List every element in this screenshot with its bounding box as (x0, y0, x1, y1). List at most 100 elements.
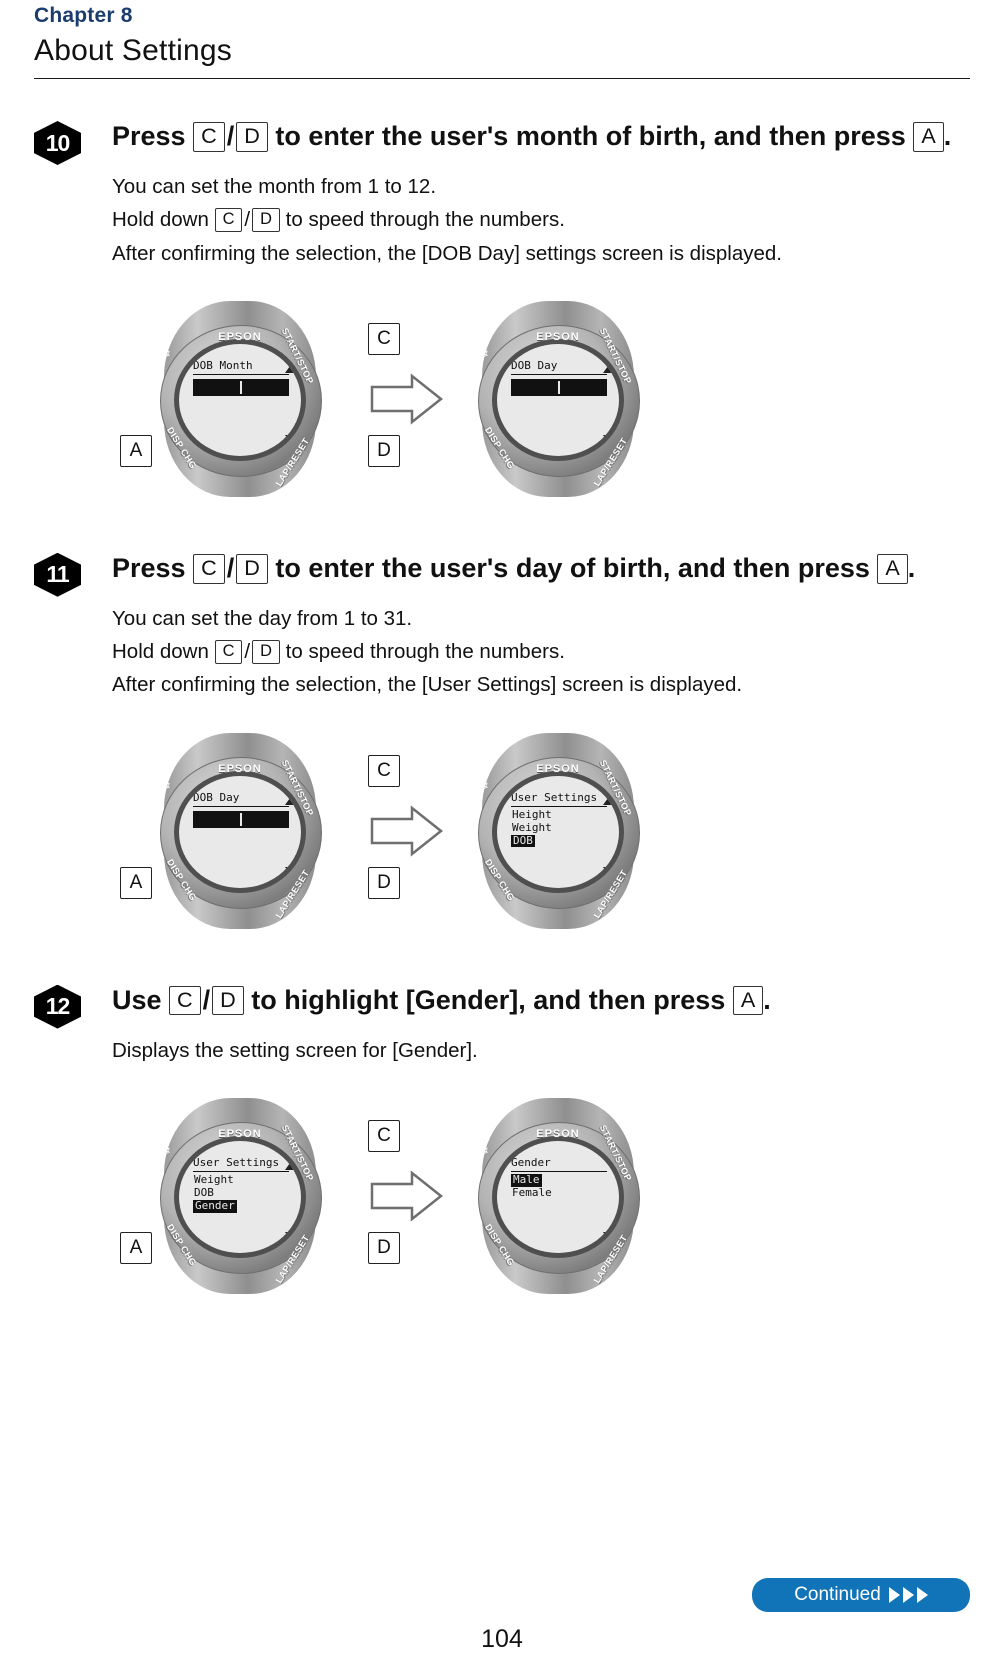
key-a-icon: A (913, 122, 944, 152)
transition-arrow-icon (370, 1170, 444, 1222)
watch-illustration: EPSON ❄ START/STOP LAP/RESET DISP CHG DO… (156, 732, 324, 929)
step-title: Use C / D to highlight [Gender], and then … (112, 981, 970, 1019)
step-number-badge: 11 (34, 552, 81, 597)
lcd-list: Male Female (511, 1173, 607, 1200)
step-title-mid: to highlight [Gender], and then press (251, 984, 726, 1015)
step-11: 11 Press C / D to enter the user's day of … (34, 549, 970, 943)
step-title-end: . (763, 984, 771, 1015)
face-dot-icon (608, 349, 613, 355)
light-icon: ❄ (160, 1143, 171, 1159)
page-number: 104 (481, 1625, 523, 1653)
slash-separator: / (226, 552, 235, 583)
page-header: Chapter 8 About Settings (34, 0, 970, 79)
face-dot-icon (290, 781, 295, 787)
step-description: You can set the month from 1 to 12. Hold… (112, 171, 970, 268)
lcd-screen: User Settings Height Weight DOB (511, 791, 607, 872)
lcd-screen: DOB Month (193, 359, 289, 440)
step-title-end: . (943, 121, 952, 151)
desc-line-2: Hold down C / D to speed through the numbe… (112, 636, 970, 667)
watch-figure: EPSON ❄ START/STOP LAP/RESET DISP CHG DO… (112, 295, 970, 511)
brand-label: EPSON (218, 330, 262, 343)
transition-arrow-icon (370, 373, 444, 425)
step-title: Press C / D to enter the user's day of bir… (112, 549, 970, 587)
desc-speed-through: to speed through the numbers. (285, 208, 565, 232)
lcd-screen: DOB Day (193, 791, 289, 872)
step-10: 10 Press C / D to enter the user's month o… (34, 117, 970, 511)
watch-after: EPSON ❄ START/STOP LAP/RESET DISP CHG DO… (460, 295, 656, 505)
lcd-title: DOB Day (511, 359, 607, 375)
lcd-caret-icon (240, 812, 242, 826)
watch-before: EPSON ❄ START/STOP LAP/RESET DISP CHG DO… (120, 295, 400, 505)
light-icon: ❄ (478, 345, 489, 361)
callout-key-d: D (368, 866, 400, 899)
lcd-list-item-selected: DOB (511, 833, 535, 848)
watch-face: DOB Day (179, 775, 301, 888)
watch-face: Gender Male Female (497, 1141, 619, 1254)
callout-key-c: C (368, 1120, 400, 1153)
desc-line-1: You can set the month from 1 to 12. (112, 175, 437, 199)
continued-label: Continued (794, 1584, 881, 1605)
slash-separator: / (202, 984, 211, 1015)
watch-after: EPSON ❄ START/STOP LAP/RESET DISP CHG Us… (460, 727, 656, 937)
watch-figure: EPSON ❄ START/STOP LAP/RESET DISP CHG DO… (112, 727, 970, 943)
watch-illustration: EPSON ❄ START/STOP LAP/RESET DISP CHG DO… (474, 300, 642, 497)
watch-before: EPSON ❄ START/STOP LAP/RESET DISP CHG Us… (120, 1092, 400, 1302)
key-c-icon: C (193, 122, 225, 152)
slash-separator: / (244, 640, 251, 664)
key-d-icon: D (236, 553, 268, 584)
continued-arrows-icon (888, 1587, 928, 1603)
key-c-icon: C (214, 640, 243, 665)
lcd-list: Height Weight DOB (511, 808, 607, 848)
lcd-title: User Settings (511, 791, 607, 807)
callout-key-a: A (120, 866, 152, 899)
step-title-pre: Press (112, 121, 186, 151)
face-dot-icon (290, 349, 295, 355)
watch-face: DOB Day (497, 343, 619, 456)
callout-key-a: A (120, 434, 152, 467)
face-dot-icon (608, 781, 613, 787)
key-c-icon: C (214, 208, 243, 233)
manual-page: Chapter 8 About Settings 10 Press C / D to… (0, 0, 1004, 1668)
step-title-pre: Use (112, 984, 162, 1015)
key-a-icon: A (877, 553, 908, 584)
step-description: You can set the day from 1 to 31. Hold d… (112, 603, 970, 700)
brand-label: EPSON (218, 1128, 262, 1141)
step-number-badge: 12 (34, 984, 81, 1029)
key-c-icon: C (169, 985, 201, 1016)
brand-label: EPSON (536, 330, 580, 343)
watch-face: User Settings Weight DOB Gender (179, 1141, 301, 1254)
desc-speed-through: to speed through the numbers. (285, 640, 565, 664)
lcd-title: Gender (511, 1156, 607, 1173)
lcd-caret-icon (240, 380, 242, 394)
key-d-icon: D (252, 208, 280, 233)
step-title-mid: to enter the user's month of birth, and … (275, 121, 906, 151)
watch-face: DOB Month (179, 343, 301, 456)
watch-illustration: EPSON ❄ START/STOP LAP/RESET DISP CHG Us… (156, 1098, 324, 1295)
lcd-screen: DOB Day (511, 359, 607, 440)
lcd-title: User Settings (193, 1156, 289, 1173)
desc-line-3: After confirming the selection, the [DOB… (112, 241, 782, 265)
light-icon: ❄ (478, 777, 489, 793)
lcd-title: DOB Day (193, 791, 289, 807)
key-c-icon: C (193, 553, 225, 584)
desc-hold-down: Hold down (112, 208, 209, 232)
step-title-pre: Press (112, 552, 186, 583)
brand-label: EPSON (536, 1128, 580, 1141)
callout-key-c: C (368, 754, 400, 787)
key-d-icon: D (212, 985, 244, 1016)
step-content: Press C / D to enter the user's day of bir… (112, 549, 970, 701)
continued-badge[interactable]: Continued (752, 1578, 970, 1612)
watch-before: EPSON ❄ START/STOP LAP/RESET DISP CHG DO… (120, 727, 400, 937)
callout-key-c: C (368, 322, 400, 355)
header-divider (34, 78, 970, 79)
lcd-title: DOB Month (193, 359, 289, 375)
key-d-icon: D (236, 122, 268, 152)
page-footer: 104 (0, 1625, 1004, 1654)
desc-line-1: You can set the day from 1 to 31. (112, 607, 413, 631)
light-icon: ❄ (160, 345, 171, 361)
step-content: Use C / D to highlight [Gender], and then … (112, 981, 970, 1066)
callout-key-d: D (368, 1232, 400, 1265)
desc-line-1: Displays the setting screen for [Gender]… (112, 1038, 478, 1062)
lcd-caret-icon (558, 380, 560, 394)
watch-face: User Settings Height Weight DOB (497, 775, 619, 888)
